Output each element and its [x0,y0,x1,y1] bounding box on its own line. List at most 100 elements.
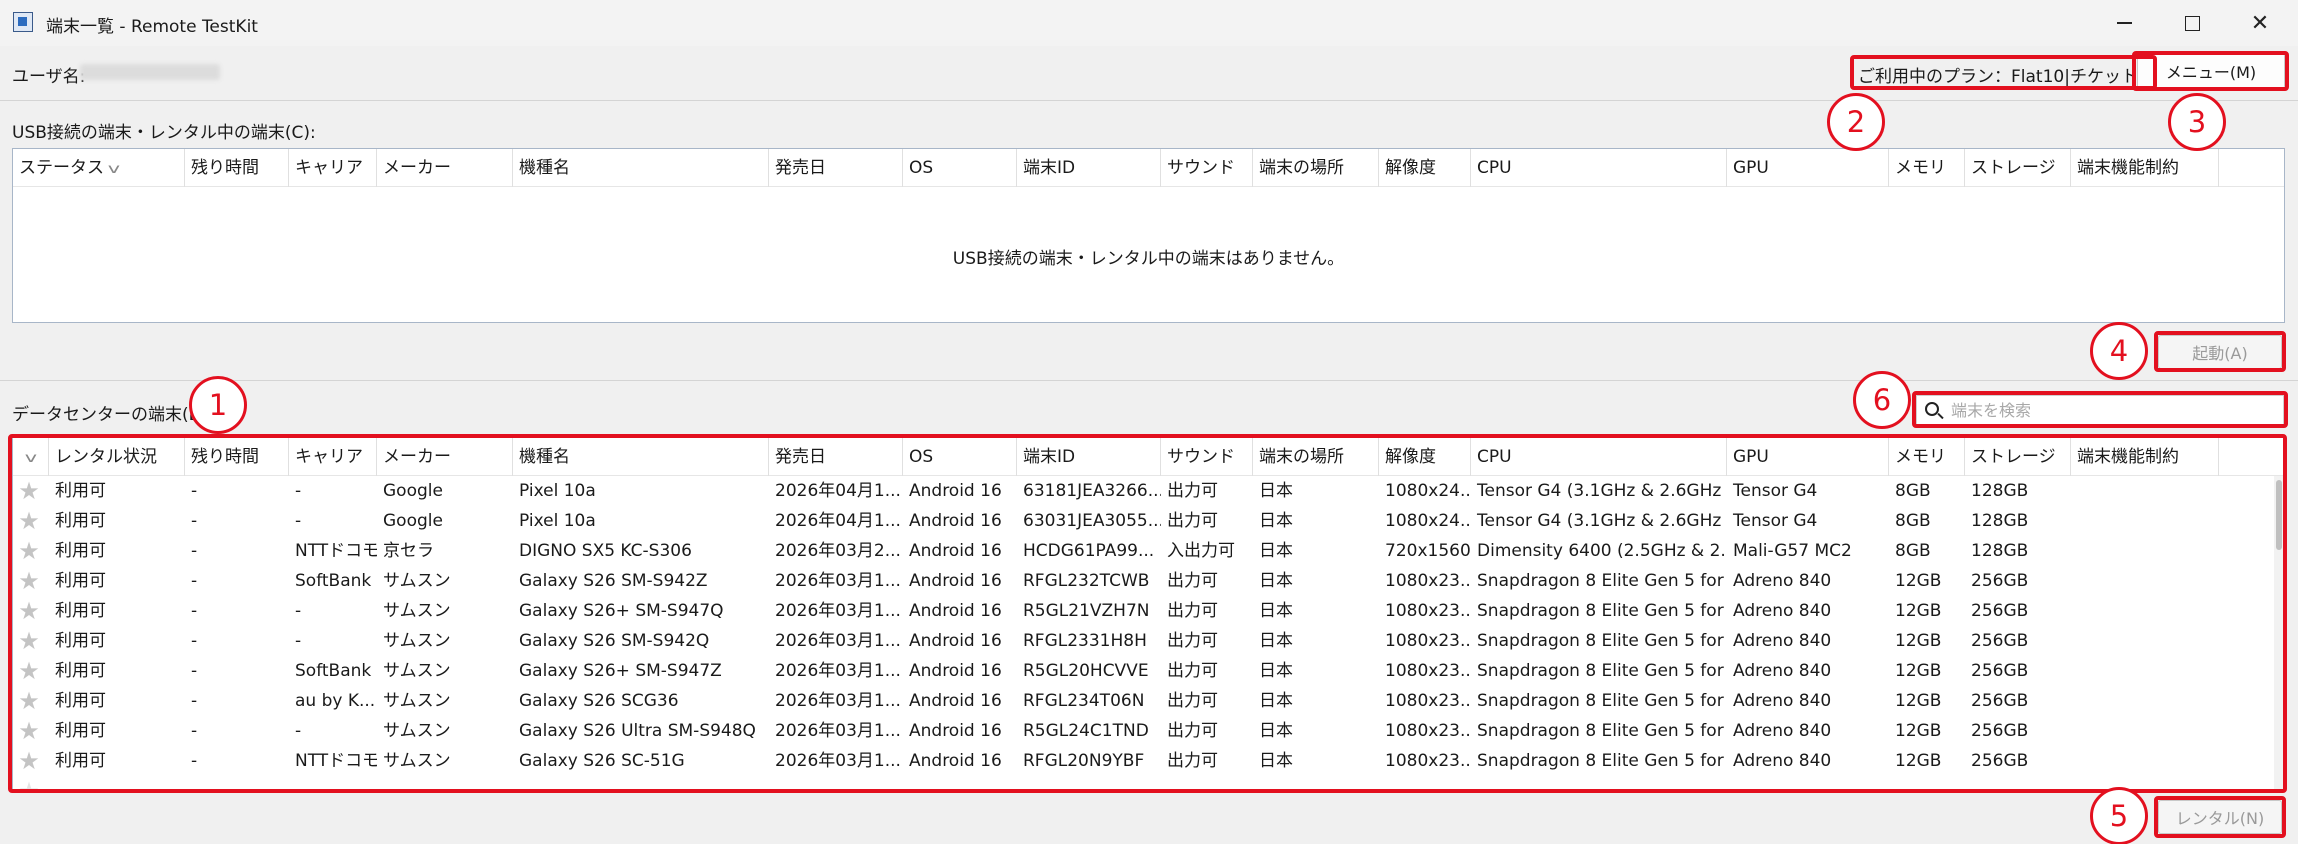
column-header[interactable]: キャリア [289,438,377,476]
table-cell: 利用可 [55,541,106,561]
column-header[interactable]: CPU [1471,438,1727,476]
column-header[interactable]: OS [903,149,1017,187]
column-header[interactable]: 端末の場所 [1253,149,1379,187]
scrollbar-thumb[interactable] [2276,480,2282,550]
table-cell: 256GB [1971,751,2029,771]
column-header[interactable]: 解像度 [1379,438,1471,476]
column-header[interactable]: 残り時間 [185,149,289,187]
table-cell: - [191,571,198,591]
column-header[interactable]: OS [903,438,1017,476]
datacenter-device-grid[interactable]: v レンタル状況 残り時間 キャリア メーカー 機種名 発売日 OS 端末ID … [12,437,2285,791]
table-row[interactable]: ★ 利用可 - - Google Pixel 10a 2026年04月1... Android… [13,476,2284,506]
favorite-star-icon[interactable]: ★ [17,659,41,683]
column-header[interactable]: ストレージ [1965,438,2071,476]
table-cell: Adreno 840 [1733,661,1832,681]
table-cell: Tensor G4 (3.1GHz & 2.6GHz ... [1477,481,1727,501]
column-header[interactable]: メモリ [1889,149,1965,187]
favorite-star-icon[interactable]: ★ [17,509,41,533]
favorite-star-icon[interactable]: ★ [17,599,41,623]
column-header[interactable]: GPU [1727,149,1889,187]
table-cell: Galaxy S26 Ultra SM-S948Q [519,721,756,741]
column-header[interactable]: メーカー [377,438,513,476]
divider [0,100,2298,101]
table-cell: 日本 [1259,511,1293,531]
usb-device-grid[interactable]: ステータス v 残り時間 キャリア メーカー 機種名 発売日 OS 端末ID サウ… [12,148,2285,323]
favorite-star-icon[interactable]: ★ [17,629,41,653]
table-cell: Google [383,481,443,501]
table-row[interactable]: ★ 利用可 - - サムスン Galaxy S26+ SM-S947Q 2026年03月1.… [13,596,2284,626]
title-bar: 端末一覧 - Remote TestKit ✕ [0,0,2298,46]
column-header[interactable]: サウンド [1161,438,1253,476]
rent-button[interactable]: レンタル(N) [2158,800,2282,834]
column-header[interactable]: 機種名 [513,149,769,187]
favorite-star-icon[interactable]: ★ [17,689,41,713]
table-row[interactable]: ★ 利用可 - SoftBank サムスン Galaxy S26+ SM-S947Z 202… [13,656,2284,686]
table-cell: 利用可 [55,751,106,771]
search-input[interactable] [1951,398,2271,422]
column-header[interactable]: 端末ID [1017,149,1161,187]
table-cell: R5GL21VZH7N [1023,601,1150,621]
favorite-star-icon[interactable]: ★ [17,719,41,743]
table-row[interactable]: ★ 利用可 - - サムスン Galaxy S26 Ultra SM-S948Q 2026年… [13,716,2284,746]
table-cell: 利用可 [55,481,106,501]
table-cell: RFGL20N9YBF [1023,751,1145,771]
table-cell: 1080x23... [1385,601,1471,621]
usb-grid-header: ステータス v 残り時間 キャリア メーカー 機種名 発売日 OS 端末ID サウ… [13,149,2284,187]
column-header[interactable]: 解像度 [1379,149,1471,187]
column-header[interactable]: メモリ [1889,438,1965,476]
column-header[interactable]: キャリア [289,149,377,187]
column-header[interactable]: レンタル状況 [49,438,185,476]
column-header[interactable]: GPU [1727,438,1889,476]
column-header[interactable]: 端末ID [1017,438,1161,476]
table-cell: Galaxy S26 SC-51G [519,751,685,771]
table-cell: 利用可 [55,631,106,651]
table-cell: サムスン [383,631,451,651]
table-cell: - [191,601,198,621]
column-header[interactable]: 発売日 [769,438,903,476]
column-header[interactable]: 端末機能制約 [2071,149,2219,187]
favorite-star-icon[interactable]: ★ [17,749,41,773]
table-cell: Snapdragon 8 Elite Gen 5 for ... [1477,571,1727,591]
column-header-favorite[interactable]: v [13,438,49,476]
table-cell: Galaxy S26 SM-S942Z [519,571,708,591]
maximize-button[interactable] [2158,0,2226,46]
favorite-star-icon[interactable]: ★ [17,779,41,790]
table-cell: R5GL24C1TND [1023,721,1149,741]
table-cell: Android 16 [909,661,1002,681]
column-header[interactable]: サウンド [1161,149,1253,187]
table-row[interactable]: ★ 利用可 - - Google Pixel 10a 2026年04月1... Android… [13,506,2284,536]
table-row[interactable]: ★ 利用可 - - サムスン Galaxy S26 SM-S942Q 2026年03月1..… [13,626,2284,656]
vertical-scrollbar[interactable] [2274,476,2284,790]
table-row-partial[interactable]: ★ [13,776,2284,790]
menu-button[interactable]: メニュー(M) [2137,53,2285,89]
table-cell: 出力可 [1167,751,1218,771]
column-header[interactable]: メーカー [377,149,513,187]
column-header[interactable]: 発売日 [769,149,903,187]
table-cell: 8GB [1895,541,1931,561]
launch-button[interactable]: 起動(A) [2158,335,2282,369]
table-cell: 日本 [1259,691,1293,711]
table-cell: au by K... [295,691,376,711]
column-header[interactable]: 機種名 [513,438,769,476]
column-header[interactable]: ストレージ [1965,149,2071,187]
table-row[interactable]: ★ 利用可 - au by K... サムスン Galaxy S26 SCG36 2026年… [13,686,2284,716]
table-cell: 出力可 [1167,631,1218,651]
table-cell: Android 16 [909,721,1002,741]
table-row[interactable]: ★ 利用可 - SoftBank サムスン Galaxy S26 SM-S942Z 2026… [13,566,2284,596]
device-search-box[interactable] [1916,395,2284,425]
column-header[interactable]: CPU [1471,149,1727,187]
column-header-status[interactable]: ステータス v [13,149,185,187]
favorite-star-icon[interactable]: ★ [17,569,41,593]
column-header[interactable]: 残り時間 [185,438,289,476]
table-cell: 63181JEA3266... [1023,481,1161,501]
close-button[interactable]: ✕ [2226,0,2294,46]
table-cell: - [191,511,198,531]
column-header[interactable]: 端末機能制約 [2071,438,2219,476]
minimize-button[interactable] [2090,0,2158,46]
table-row[interactable]: ★ 利用可 - NTTドコモ サムスン Galaxy S26 SC-51G 2026年03月… [13,746,2284,776]
favorite-star-icon[interactable]: ★ [17,479,41,503]
table-cell: Android 16 [909,751,1002,771]
table-row[interactable]: ★ 利用可 - NTTドコモ 京セラ DIGNO SX5 KC-S306 2026年03月2… [13,536,2284,566]
column-header[interactable]: 端末の場所 [1253,438,1379,476]
favorite-star-icon[interactable]: ★ [17,539,41,563]
